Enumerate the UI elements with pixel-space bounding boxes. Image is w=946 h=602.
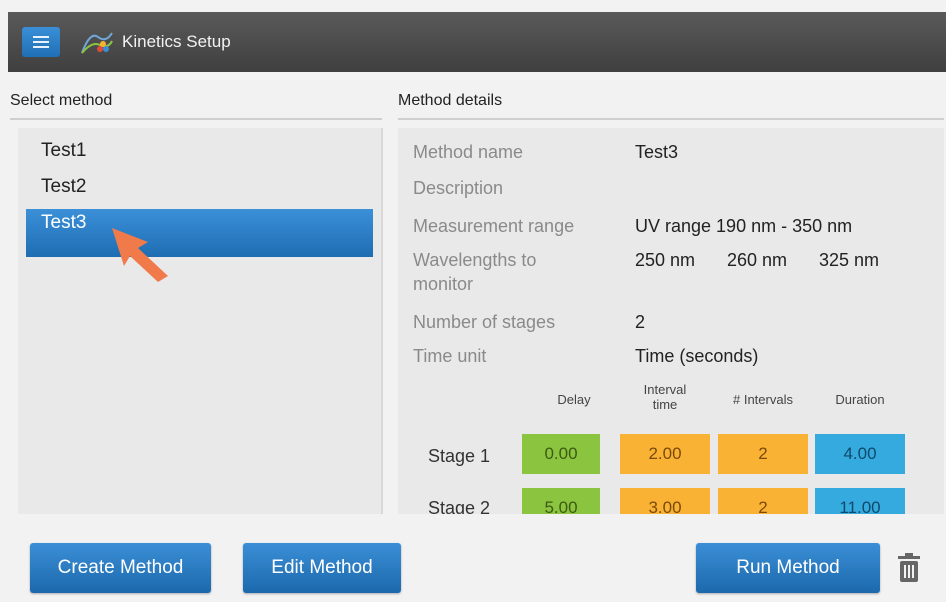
trash-icon[interactable] — [896, 553, 922, 583]
title-bar: Kinetics Setup — [8, 12, 946, 72]
time-unit-value: Time (seconds) — [635, 346, 759, 366]
stage-1-interval-cell[interactable]: 2.00 — [620, 434, 710, 474]
wavelengths-label-line2: monitor — [413, 274, 474, 294]
wavelength-value: 250 nm — [635, 250, 696, 270]
method-details-divider — [398, 118, 944, 120]
col-header-intervals: # Intervals — [733, 392, 793, 407]
kinetics-app-icon — [81, 32, 113, 54]
method-name-value: Test3 — [635, 142, 679, 162]
measurement-range-value: UV range 190 nm - 350 nm — [635, 216, 853, 236]
stage-1-intervals-cell[interactable]: 2 — [718, 434, 808, 474]
method-name-label: Method name — [413, 142, 524, 162]
col-header-interval-line1: Interval — [643, 382, 687, 397]
method-details-panel: Method name Test3 Description Measuremen… — [398, 128, 944, 514]
stage-2-delay-cell[interactable]: 5.00 — [522, 488, 600, 514]
app-title: Kinetics Setup — [122, 32, 231, 51]
wavelengths-label-line1: Wavelengths to — [413, 250, 537, 270]
stage-2-intervals-cell[interactable]: 2 — [718, 488, 808, 514]
time-unit-label: Time unit — [413, 346, 487, 366]
stage-2-label: Stage 2 — [428, 498, 491, 514]
wavelength-value: 325 nm — [819, 250, 880, 270]
description-label: Description — [413, 178, 504, 198]
create-method-button[interactable]: Create Method — [30, 543, 211, 593]
select-method-header: Select method — [10, 92, 113, 109]
method-list: Test1 Test2 Test3 — [18, 128, 383, 514]
wavelength-value: 260 nm — [727, 250, 788, 270]
select-method-divider — [10, 118, 382, 120]
method-details-header: Method details — [398, 92, 503, 109]
pointer-arrow-icon — [112, 228, 168, 282]
stage-1-duration-cell[interactable]: 4.00 — [815, 434, 905, 474]
stage-1-delay-cell[interactable]: 0.00 — [522, 434, 600, 474]
method-list-item-test3[interactable]: Test3 — [26, 209, 373, 257]
col-header-delay: Delay — [557, 392, 591, 407]
run-method-button[interactable]: Run Method — [696, 543, 880, 593]
number-of-stages-label: Number of stages — [413, 312, 556, 332]
col-header-duration: Duration — [835, 392, 885, 407]
edit-method-button[interactable]: Edit Method — [243, 543, 401, 593]
stage-1-label: Stage 1 — [428, 446, 491, 466]
col-header-interval-line2: time — [652, 397, 678, 412]
number-of-stages-value: 2 — [635, 312, 646, 332]
menu-icon[interactable] — [22, 27, 60, 57]
stage-2-interval-cell[interactable]: 3.00 — [620, 488, 710, 514]
measurement-range-label: Measurement range — [413, 216, 575, 236]
stage-2-duration-cell[interactable]: 11.00 — [815, 488, 905, 514]
